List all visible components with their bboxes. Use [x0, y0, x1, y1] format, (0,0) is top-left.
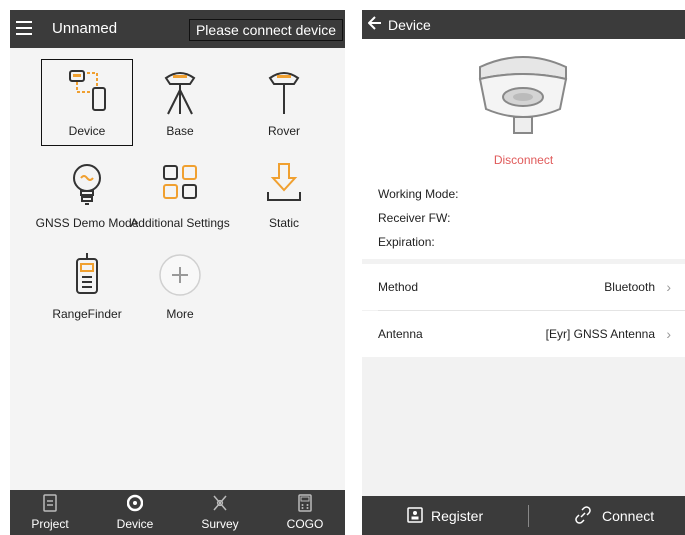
- tile-device[interactable]: Device: [41, 59, 133, 146]
- nav-label: COGO: [286, 517, 324, 531]
- bottom-action-bar: Register Connect: [362, 496, 685, 535]
- tile-label: Additional Settings: [130, 216, 230, 230]
- antenna-label: Antenna: [378, 327, 423, 341]
- chevron-right-icon: ›: [666, 326, 671, 342]
- rangefinder-icon: [76, 253, 98, 294]
- antenna-value: [Eyr] GNSS Antenna: [545, 327, 655, 341]
- document-icon: [43, 494, 57, 512]
- download-arrow-icon: [267, 163, 301, 201]
- connect-device-banner[interactable]: Please connect device: [189, 19, 343, 41]
- nav-label: Project: [31, 517, 69, 531]
- tile-gnss-demo[interactable]: GNSS Demo Mode: [36, 152, 138, 237]
- tile-label: Base: [166, 124, 194, 138]
- home-screen: Unnamed Please connect device Device Bas…: [10, 10, 345, 535]
- device-status-card: Disconnect Working Mode: Receiver FW: Ex…: [362, 39, 685, 259]
- nav-survey[interactable]: Survey: [180, 490, 260, 535]
- method-value: Bluetooth: [604, 280, 655, 294]
- menu-icon[interactable]: [16, 21, 32, 37]
- receiver-fw-label: Receiver FW:: [378, 211, 451, 225]
- back-arrow-icon[interactable]: [368, 16, 382, 30]
- expiration-label: Expiration:: [378, 235, 435, 249]
- nav-device[interactable]: Device: [95, 490, 175, 535]
- connect-label: Connect: [602, 508, 655, 524]
- method-label: Method: [378, 280, 419, 294]
- tile-label: More: [166, 307, 194, 321]
- device-screen: Device Disconnect Working Mode: Receiver…: [362, 10, 685, 535]
- link-icon: [575, 506, 591, 524]
- nav-label: Device: [116, 517, 154, 531]
- tile-static[interactable]: Static: [239, 152, 329, 237]
- gnss-receiver-image: [478, 56, 568, 134]
- antenna-row[interactable]: Antenna [Eyr] GNSS Antenna ›: [362, 311, 685, 357]
- device-nav-icon: [127, 494, 143, 512]
- device-icon: [69, 70, 106, 111]
- chevron-right-icon: ›: [666, 279, 671, 295]
- tile-rover[interactable]: Rover: [239, 60, 329, 145]
- tile-label: Rover: [267, 124, 300, 138]
- divider: [528, 505, 529, 527]
- tile-more[interactable]: More: [135, 243, 225, 328]
- survey-tools-icon: [213, 495, 227, 511]
- lightbulb-icon: [73, 164, 101, 205]
- working-mode-label: Working Mode:: [378, 187, 459, 201]
- tile-base[interactable]: Base: [135, 60, 225, 145]
- calculator-icon: [298, 494, 312, 512]
- top-bar: Device: [362, 10, 685, 39]
- page-title: Device: [388, 17, 431, 33]
- top-bar: Unnamed Please connect device: [10, 10, 345, 48]
- tile-rangefinder[interactable]: RangeFinder: [42, 243, 132, 328]
- connection-status: Disconnect: [493, 153, 554, 167]
- tile-label: Static: [268, 216, 299, 230]
- register-card-icon: [407, 507, 423, 523]
- rover-pole-icon: [268, 72, 300, 114]
- method-row[interactable]: Method Bluetooth ›: [362, 264, 685, 310]
- nav-project[interactable]: Project: [10, 490, 90, 535]
- grid-settings-icon: [163, 165, 197, 199]
- nav-cogo[interactable]: COGO: [265, 490, 345, 535]
- plus-circle-icon: [159, 254, 201, 296]
- base-tripod-icon: [164, 72, 196, 115]
- register-label: Register: [431, 508, 484, 524]
- bottom-navigation: Project Device Survey COGO: [10, 490, 345, 535]
- nav-label: Survey: [201, 517, 239, 531]
- project-title: Unnamed: [52, 20, 118, 37]
- tile-additional-settings[interactable]: Additional Settings: [130, 152, 230, 237]
